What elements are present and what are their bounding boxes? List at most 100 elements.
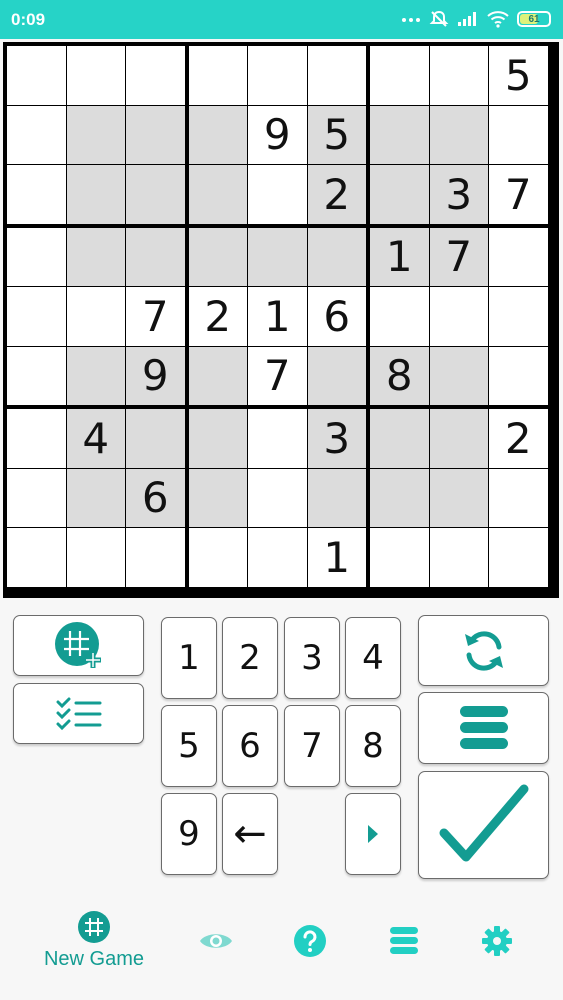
sudoku-cell[interactable]: 9 xyxy=(248,105,307,164)
sudoku-cell[interactable] xyxy=(370,105,429,164)
sudoku-cell[interactable] xyxy=(66,287,125,346)
sudoku-cell[interactable] xyxy=(370,409,429,468)
sudoku-cell[interactable] xyxy=(126,227,185,286)
sudoku-cell[interactable] xyxy=(7,346,66,405)
digit-8-button[interactable]: 8 xyxy=(345,705,401,787)
sudoku-cell[interactable] xyxy=(370,528,429,587)
sudoku-cell[interactable] xyxy=(489,528,548,587)
sudoku-cell[interactable] xyxy=(7,227,66,286)
help-icon[interactable] xyxy=(293,924,327,958)
sudoku-cell[interactable] xyxy=(188,227,247,286)
check-solution-button[interactable] xyxy=(418,771,549,879)
sudoku-cell[interactable] xyxy=(7,165,66,224)
sudoku-cell[interactable]: 3 xyxy=(307,409,366,468)
settings-gear-icon[interactable] xyxy=(482,926,512,956)
sudoku-cell[interactable]: 8 xyxy=(370,346,429,405)
sudoku-cell[interactable]: 9 xyxy=(126,346,185,405)
sudoku-cell[interactable] xyxy=(188,46,247,105)
sudoku-cell[interactable] xyxy=(188,165,247,224)
digit-7-button[interactable]: 7 xyxy=(284,705,340,787)
sudoku-cell[interactable] xyxy=(489,227,548,286)
sudoku-cell[interactable] xyxy=(429,287,488,346)
sudoku-cell[interactable] xyxy=(66,227,125,286)
sudoku-cell[interactable] xyxy=(7,409,66,468)
menu-button[interactable] xyxy=(418,692,549,764)
refresh-button[interactable] xyxy=(418,615,549,686)
sudoku-cell[interactable] xyxy=(126,528,185,587)
sudoku-cell[interactable] xyxy=(188,468,247,527)
eye-icon[interactable] xyxy=(198,929,234,953)
sudoku-cell[interactable]: 2 xyxy=(307,165,366,224)
sudoku-cell[interactable]: 5 xyxy=(307,105,366,164)
sudoku-cell[interactable]: 7 xyxy=(248,346,307,405)
sudoku-cell[interactable] xyxy=(126,409,185,468)
sudoku-cell[interactable]: 2 xyxy=(188,287,247,346)
sudoku-cell[interactable] xyxy=(429,409,488,468)
sudoku-cell[interactable]: 5 xyxy=(489,46,548,105)
sudoku-cell[interactable] xyxy=(370,165,429,224)
digit-2-button[interactable]: 2 xyxy=(222,617,278,699)
sudoku-cell[interactable] xyxy=(188,346,247,405)
sudoku-cell[interactable] xyxy=(248,409,307,468)
checklist-button[interactable] xyxy=(13,683,144,744)
digit-3-button[interactable]: 3 xyxy=(284,617,340,699)
sudoku-cell[interactable] xyxy=(126,165,185,224)
sudoku-cell[interactable] xyxy=(307,468,366,527)
sudoku-cell[interactable] xyxy=(370,468,429,527)
sudoku-cell[interactable] xyxy=(307,46,366,105)
sudoku-cell[interactable] xyxy=(66,468,125,527)
sudoku-cell[interactable] xyxy=(126,46,185,105)
sudoku-cell[interactable] xyxy=(66,165,125,224)
sudoku-cell[interactable]: 1 xyxy=(307,528,366,587)
sudoku-cell[interactable] xyxy=(429,468,488,527)
sudoku-cell[interactable] xyxy=(188,528,247,587)
backspace-button[interactable]: ← xyxy=(222,793,278,875)
sudoku-cell[interactable] xyxy=(429,105,488,164)
sudoku-cell[interactable] xyxy=(7,46,66,105)
digit-4-button[interactable]: 4 xyxy=(345,617,401,699)
sudoku-cell[interactable] xyxy=(248,46,307,105)
sudoku-cell[interactable] xyxy=(307,346,366,405)
sudoku-cell[interactable] xyxy=(7,287,66,346)
sudoku-cell[interactable] xyxy=(248,468,307,527)
sudoku-cell[interactable] xyxy=(489,105,548,164)
sudoku-cell[interactable] xyxy=(489,346,548,405)
digit-5-button[interactable]: 5 xyxy=(161,705,217,787)
sudoku-cell[interactable]: 2 xyxy=(489,409,548,468)
sudoku-cell[interactable] xyxy=(307,227,366,286)
nav-new-game[interactable]: New Game xyxy=(38,910,150,971)
sudoku-cell[interactable]: 3 xyxy=(429,165,488,224)
digit-6-button[interactable]: 6 xyxy=(222,705,278,787)
sudoku-cell[interactable] xyxy=(248,165,307,224)
sudoku-cell[interactable] xyxy=(66,46,125,105)
sudoku-cell[interactable]: 6 xyxy=(126,468,185,527)
sudoku-cell[interactable]: 7 xyxy=(429,227,488,286)
sudoku-cell[interactable] xyxy=(66,105,125,164)
sudoku-cell[interactable] xyxy=(248,227,307,286)
sudoku-cell[interactable]: 1 xyxy=(370,227,429,286)
sudoku-cell[interactable]: 1 xyxy=(248,287,307,346)
sudoku-cell[interactable]: 6 xyxy=(307,287,366,346)
sudoku-cell[interactable] xyxy=(7,468,66,527)
grid-add-button[interactable] xyxy=(13,615,144,676)
sudoku-cell[interactable] xyxy=(66,528,125,587)
next-button[interactable] xyxy=(345,793,401,875)
sudoku-cell[interactable] xyxy=(429,46,488,105)
sudoku-cell[interactable] xyxy=(429,528,488,587)
list-menu-icon[interactable] xyxy=(388,924,420,956)
sudoku-cell[interactable] xyxy=(7,105,66,164)
sudoku-cell[interactable] xyxy=(370,287,429,346)
sudoku-cell[interactable] xyxy=(429,346,488,405)
sudoku-cell[interactable]: 4 xyxy=(66,409,125,468)
sudoku-cell[interactable] xyxy=(489,468,548,527)
digit-9-button[interactable]: 9 xyxy=(161,793,217,875)
sudoku-cell[interactable] xyxy=(188,409,247,468)
sudoku-cell[interactable] xyxy=(248,528,307,587)
sudoku-cell[interactable]: 7 xyxy=(489,165,548,224)
sudoku-cell[interactable] xyxy=(126,105,185,164)
sudoku-cell[interactable] xyxy=(66,346,125,405)
digit-1-button[interactable]: 1 xyxy=(161,617,217,699)
sudoku-cell[interactable] xyxy=(489,287,548,346)
sudoku-cell[interactable] xyxy=(188,105,247,164)
sudoku-cell[interactable]: 7 xyxy=(126,287,185,346)
